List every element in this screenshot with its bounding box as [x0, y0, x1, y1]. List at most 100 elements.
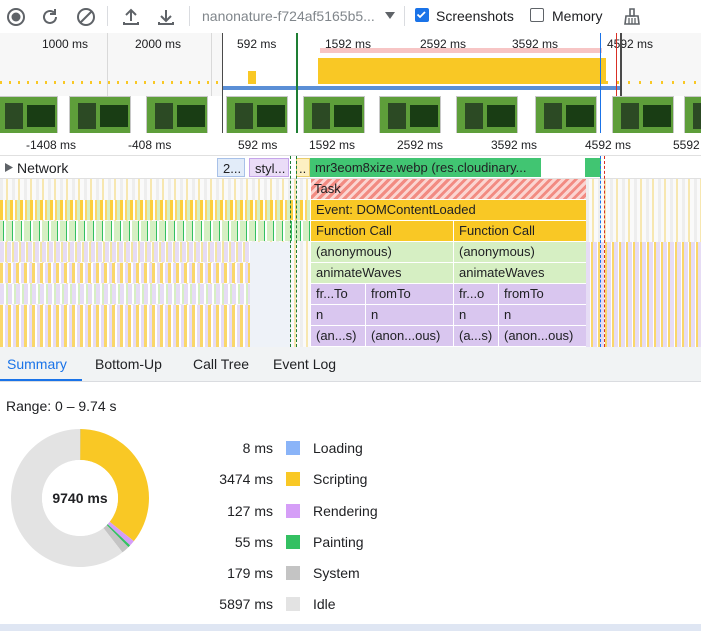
- summary-value-loading: 8 ms: [242, 440, 273, 456]
- flame-fromto[interactable]: fr...o: [454, 284, 499, 304]
- timeline-ruler-label: 5592: [673, 138, 700, 152]
- clear-button[interactable]: [74, 5, 98, 29]
- summary-value-rendering: 127 ms: [227, 503, 273, 519]
- screenshot-thumbnail[interactable]: [684, 96, 701, 133]
- flame-animate-waves[interactable]: animateWaves: [311, 263, 454, 283]
- summary-label-idle: Idle: [313, 596, 336, 612]
- flame-anonymous-short[interactable]: (anon...ous): [499, 326, 586, 346]
- tab-bottom-up[interactable]: Bottom-Up: [95, 347, 162, 381]
- broom-icon: [624, 8, 640, 25]
- timeline-ruler-label: 2592 ms: [397, 138, 444, 152]
- screenshot-thumbnail[interactable]: [612, 96, 674, 133]
- flame-anonymous[interactable]: (anonymous): [454, 242, 586, 262]
- flame-n[interactable]: n: [311, 305, 366, 325]
- selection-left-handle[interactable]: [222, 33, 223, 133]
- summary-range: Range: 0 – 9.74 s: [6, 398, 117, 414]
- flame-anonymous-short[interactable]: (an...s): [311, 326, 366, 346]
- timeline-ruler-label: 3592 ms: [491, 138, 538, 152]
- summary-total: 9740 ms: [52, 490, 107, 506]
- flame-event[interactable]: Event: DOMContentLoaded: [311, 200, 586, 220]
- reload-record-button[interactable]: [38, 5, 62, 29]
- profile-select[interactable]: nanonature-f724af5165b5...: [202, 8, 396, 26]
- flame-anonymous-short[interactable]: (anon...ous): [366, 326, 454, 346]
- save-profile-button[interactable]: [154, 5, 178, 29]
- flame-fromto[interactable]: fromTo: [366, 284, 454, 304]
- tab-event-log[interactable]: Event Log: [273, 347, 336, 381]
- flame-anonymous-short[interactable]: (a...s): [454, 326, 499, 346]
- toolbar: nanonature-f724af5165b5... Screenshots M…: [0, 0, 701, 34]
- network-request[interactable]: styl...: [249, 158, 289, 177]
- legend-swatch-idle: [286, 597, 300, 611]
- network-request[interactable]: mr3eom8xize.webp (res.cloudinary...: [310, 158, 541, 177]
- screenshots-label[interactable]: Screenshots: [436, 8, 514, 24]
- screenshot-thumbnail[interactable]: [535, 96, 597, 133]
- screenshot-thumbnail[interactable]: [69, 96, 131, 133]
- upload-icon: [123, 8, 139, 25]
- profile-select-value: nanonature-f724af5165b5...: [202, 8, 375, 24]
- expand-triangle-icon[interactable]: [5, 163, 13, 172]
- details-tabbar: Summary Bottom-Up Call Tree Event Log: [0, 347, 701, 382]
- clear-icon: [77, 8, 95, 26]
- legend-swatch-loading: [286, 441, 300, 455]
- garbage-collect-button[interactable]: [620, 5, 644, 29]
- timeline-ruler-label: 4592 ms: [585, 138, 632, 152]
- status-bar: [0, 624, 701, 631]
- flame-fromto[interactable]: fr...To: [311, 284, 366, 304]
- flame-chart[interactable]: -1408 ms -408 ms 592 ms 1592 ms 2592 ms …: [0, 133, 701, 347]
- screenshot-thumbnail[interactable]: [379, 96, 441, 133]
- record-icon: [7, 8, 25, 26]
- summary-label-painting: Painting: [313, 534, 364, 550]
- dropdown-arrow-icon: [385, 12, 395, 19]
- record-button[interactable]: [4, 5, 28, 29]
- flame-animate-waves[interactable]: animateWaves: [454, 263, 586, 283]
- screenshot-thumbnail[interactable]: [0, 96, 58, 133]
- overview-cpu-activity: [318, 58, 606, 84]
- flame-n[interactable]: n: [499, 305, 586, 325]
- memory-label[interactable]: Memory: [552, 8, 603, 24]
- memory-checkbox[interactable]: [530, 8, 544, 22]
- download-icon: [158, 10, 174, 25]
- flame-anonymous[interactable]: (anonymous): [311, 242, 454, 262]
- flame-n[interactable]: n: [454, 305, 499, 325]
- screenshots-checkbox[interactable]: [415, 8, 429, 22]
- summary-label-system: System: [313, 565, 360, 581]
- overview-network-bar: [320, 48, 602, 53]
- overview-ruler-label: 592 ms: [237, 37, 277, 51]
- legend-swatch-system: [286, 566, 300, 580]
- screenshot-thumbnail[interactable]: [456, 96, 518, 133]
- summary-value-scripting: 3474 ms: [219, 471, 273, 487]
- tab-summary[interactable]: Summary: [7, 347, 67, 381]
- legend-swatch-painting: [286, 535, 300, 549]
- network-track-label[interactable]: Network: [17, 160, 68, 176]
- load-profile-button[interactable]: [119, 5, 143, 29]
- tab-call-tree[interactable]: Call Tree: [193, 347, 249, 381]
- screenshot-thumbnail[interactable]: [146, 96, 208, 133]
- timeline-overview[interactable]: 1000 ms 2000 ms 592 ms 1592 ms 2592 ms 3…: [0, 33, 701, 133]
- reload-icon: [43, 9, 57, 24]
- summary-panel: Range: 0 – 9.74 s 9740 ms 8 ms Loading 3…: [0, 382, 701, 624]
- summary-value-idle: 5897 ms: [219, 596, 273, 612]
- summary-label-rendering: Rendering: [313, 503, 378, 519]
- network-request[interactable]: ..: [296, 158, 310, 177]
- active-tab-indicator: [0, 379, 82, 381]
- summary-label-loading: Loading: [313, 440, 363, 456]
- legend-swatch-rendering: [286, 504, 300, 518]
- screenshot-thumbnail[interactable]: [226, 96, 288, 133]
- flame-fromto[interactable]: fromTo: [499, 284, 586, 304]
- summary-value-painting: 55 ms: [234, 534, 273, 550]
- timeline-ruler-label: 1592 ms: [309, 138, 356, 152]
- summary-value-system: 179 ms: [227, 565, 273, 581]
- timeline-ruler-label: -1408 ms: [26, 138, 77, 152]
- summary-label-scripting: Scripting: [313, 471, 368, 487]
- summary-pie-chart: 9740 ms: [11, 429, 150, 567]
- flame-function-call[interactable]: Function Call: [454, 221, 586, 241]
- checkmark-icon: [416, 11, 426, 19]
- network-request[interactable]: 2...: [217, 158, 245, 177]
- network-request[interactable]: [585, 158, 601, 177]
- flame-function-call[interactable]: Function Call: [311, 221, 454, 241]
- flame-n[interactable]: n: [366, 305, 454, 325]
- timeline-ruler-label: 592 ms: [238, 138, 278, 152]
- screenshot-thumbnail[interactable]: [303, 96, 365, 133]
- flame-task[interactable]: Task: [311, 179, 586, 199]
- timeline-ruler-label: -408 ms: [128, 138, 172, 152]
